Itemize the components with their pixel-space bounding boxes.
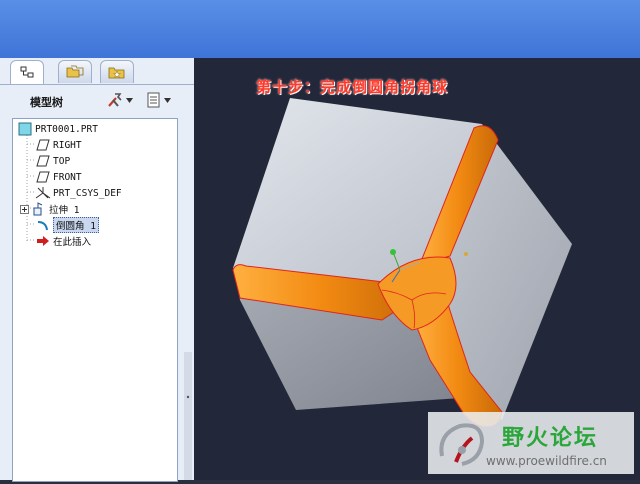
step-heading: 第十步：完成倒圆角拐角球 — [256, 78, 449, 96]
cube-model[interactable] — [0, 0, 640, 480]
watermark-url: www.proewildfire.cn — [486, 454, 607, 468]
forum-logo-icon — [439, 423, 485, 466]
watermark-title: 野火论坛 — [502, 426, 599, 451]
